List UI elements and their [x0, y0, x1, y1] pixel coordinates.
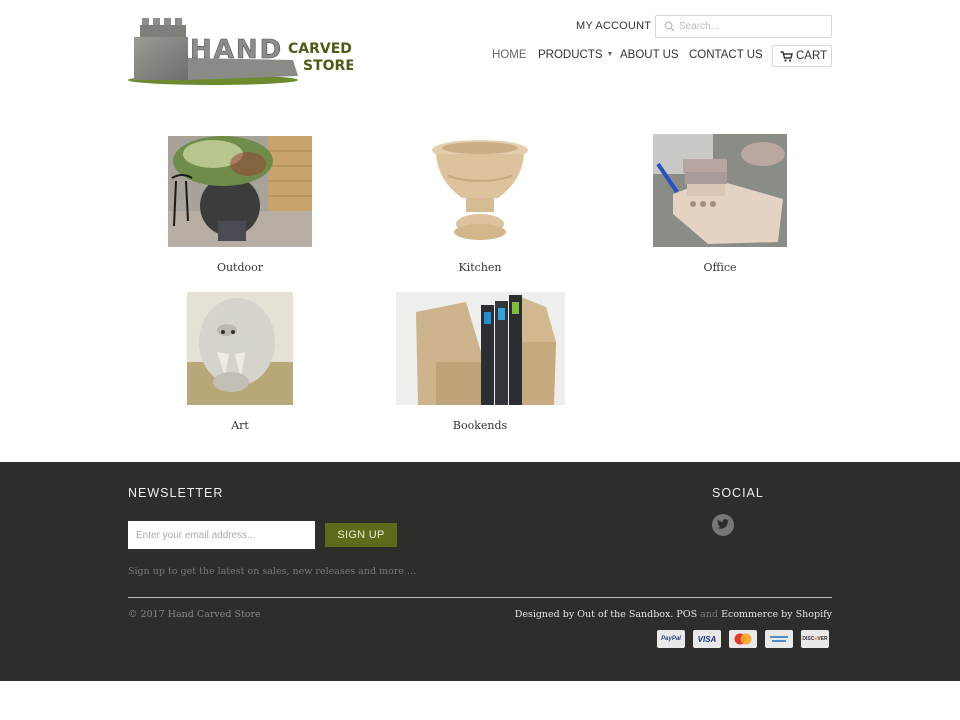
newsletter-heading: NEWSLETTER	[128, 486, 224, 500]
newsletter-email-input[interactable]	[128, 521, 315, 549]
nav-about-us[interactable]: ABOUT US	[620, 49, 679, 61]
collection-outdoor[interactable]: Outdoor	[120, 130, 360, 280]
credits-and: and	[700, 609, 719, 620]
twitter-link[interactable]	[712, 514, 734, 536]
amex-icon	[765, 630, 793, 648]
pos-link[interactable]: POS	[676, 609, 697, 620]
nav-contact-us[interactable]: CONTACT US	[689, 49, 763, 61]
nav-products-label: PRODUCTS	[538, 49, 603, 61]
store-logo[interactable]: HAND CARVED STORE	[128, 18, 353, 86]
cart-icon	[780, 50, 793, 62]
logo-word-hand: HAND	[190, 35, 283, 65]
collection-bookends[interactable]: Bookends	[360, 288, 600, 438]
collection-title-kitchen[interactable]: Kitchen	[360, 261, 600, 274]
castle-logo-graphic: HAND CARVED STORE	[128, 18, 353, 85]
site-header: HAND CARVED STORE MY ACCOUNT HOME PRODUC…	[0, 0, 960, 100]
collection-image-kitchen[interactable]	[428, 136, 532, 247]
collection-image-bookends[interactable]	[396, 292, 565, 405]
collection-title-office[interactable]: Office	[600, 261, 840, 274]
search-input[interactable]	[679, 21, 824, 32]
sign-up-button[interactable]: SIGN UP	[325, 523, 397, 547]
collection-office[interactable]: Office	[600, 130, 840, 280]
collection-image-office[interactable]	[653, 134, 787, 247]
collection-title-art[interactable]: Art	[120, 419, 360, 432]
visa-icon: VISA	[693, 630, 721, 648]
collection-art[interactable]: Art	[120, 288, 360, 438]
logo-word-carved: CARVED	[288, 41, 352, 57]
discover-icon: DISC ● VER	[801, 630, 829, 648]
mastercard-icon	[729, 630, 757, 648]
footer-credits: Designed by Out of the Sandbox. POS and …	[515, 609, 832, 620]
search-box[interactable]	[655, 15, 832, 38]
collection-title-bookends[interactable]: Bookends	[360, 419, 600, 432]
my-account-link[interactable]: MY ACCOUNT	[576, 20, 651, 32]
logo-word-store: STORE	[303, 58, 353, 74]
credits-separator: .	[670, 609, 674, 620]
footer-divider	[128, 597, 832, 598]
nav-home[interactable]: HOME	[492, 49, 527, 61]
collection-kitchen[interactable]: Kitchen	[360, 130, 600, 280]
copyright-text: © 2017 Hand Carved Store	[128, 609, 261, 620]
search-icon	[659, 16, 679, 37]
collection-title-outdoor[interactable]: Outdoor	[120, 261, 360, 274]
nav-products[interactable]: PRODUCTS ▼	[538, 49, 613, 61]
newsletter-note: Sign up to get the latest on sales, new …	[128, 566, 417, 577]
twitter-icon	[717, 516, 729, 534]
collection-image-art[interactable]	[187, 292, 293, 405]
payment-methods: PayPal VISA DISC ● VER	[657, 630, 829, 648]
cart-label: CART	[796, 50, 828, 62]
designer-link[interactable]: Designed by Out of the Sandbox	[515, 609, 671, 620]
ecommerce-link[interactable]: Ecommerce by Shopify	[721, 609, 832, 620]
paypal-icon: PayPal	[657, 630, 685, 648]
chevron-down-icon: ▼	[606, 51, 614, 58]
social-heading: SOCIAL	[712, 486, 764, 500]
cart-button[interactable]: CART	[772, 45, 832, 67]
site-footer: NEWSLETTER SIGN UP Sign up to get the la…	[0, 462, 960, 681]
collection-image-outdoor[interactable]	[168, 136, 312, 247]
